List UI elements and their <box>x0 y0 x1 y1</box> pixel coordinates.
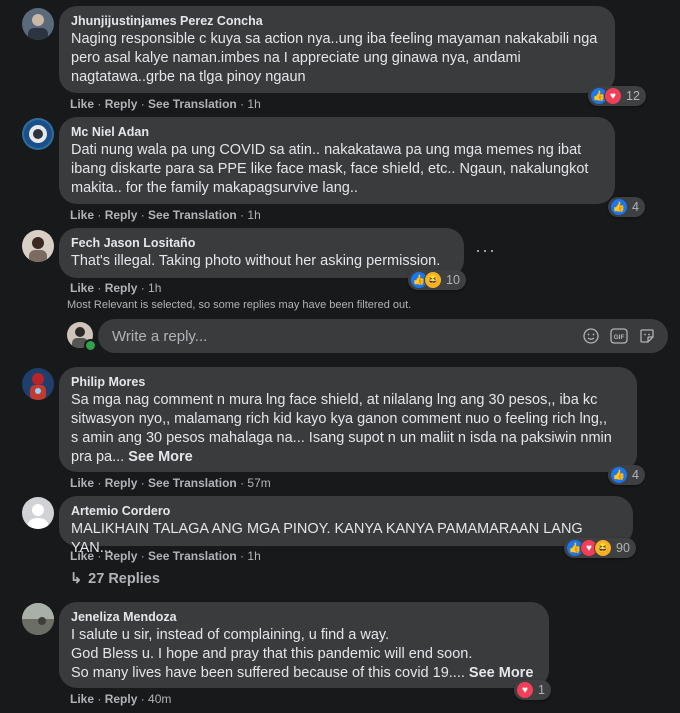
comment-time[interactable]: 40m <box>148 692 171 706</box>
comment-time[interactable]: 1h <box>247 208 260 222</box>
like-link[interactable]: Like <box>70 692 94 706</box>
reply-arrow-icon: ↳ <box>70 571 83 587</box>
avatar[interactable] <box>22 368 54 400</box>
comment-author[interactable]: Mc Niel Adan <box>71 125 603 139</box>
reaction-count: 90 <box>616 541 630 555</box>
reaction-summary[interactable]: 👍 4 <box>608 465 645 485</box>
reaction-summary[interactable]: 👍 4 <box>608 197 645 217</box>
reaction-count: 1 <box>538 683 545 697</box>
person-avatar-icon <box>29 237 47 262</box>
reaction-summary[interactable]: ♥ 1 <box>514 680 551 700</box>
avatar[interactable] <box>22 8 54 40</box>
reply-link[interactable]: Reply <box>105 208 138 222</box>
love-reaction-icon: ♥ <box>604 87 622 105</box>
online-status-dot <box>84 339 97 352</box>
see-more-link[interactable]: See More <box>469 665 533 681</box>
comment-actions: Like · Reply · See Translation · 1h <box>70 549 261 563</box>
reply-link[interactable]: Reply <box>105 281 138 295</box>
like-link[interactable]: Like <box>70 476 94 490</box>
svg-text:GIF: GIF <box>614 334 625 341</box>
comment-bubble: Artemio Cordero MALIKHAIN TALAGA ANG MGA… <box>59 496 633 556</box>
see-translation-link[interactable]: See Translation <box>148 549 237 563</box>
love-reaction-icon: ♥ <box>516 681 534 699</box>
see-more-link[interactable]: See More <box>128 449 192 465</box>
comment-actions: Like · Reply · See Translation · 1h <box>70 97 261 111</box>
person-avatar-icon <box>28 14 48 40</box>
avatar[interactable] <box>22 603 54 635</box>
reaction-summary[interactable]: 👍 ♥ 😆 90 <box>564 538 636 558</box>
sticker-icon[interactable] <box>638 327 656 345</box>
reaction-count: 4 <box>632 200 639 214</box>
like-link[interactable]: Like <box>70 208 94 222</box>
comment-text: That's illegal. Taking photo without her… <box>71 253 441 269</box>
gif-icon[interactable]: GIF <box>610 327 628 345</box>
comment-bubble: Jeneliza Mendoza I salute u sir, instead… <box>59 602 549 688</box>
reply-box: GIF <box>98 319 668 353</box>
comment-text: Sa mga nag comment n mura lng face shiel… <box>71 391 625 467</box>
avatar[interactable] <box>22 118 54 150</box>
reply-input[interactable] <box>110 326 572 346</box>
avatar[interactable] <box>22 497 54 529</box>
superhero-avatar-icon <box>30 373 46 400</box>
comment-bubble: Fech Jason Lositaño That's illegal. Taki… <box>59 228 464 278</box>
comment-text-body: I salute u sir, instead of complaining, … <box>71 627 473 681</box>
comment-author[interactable]: Philip Mores <box>71 375 625 389</box>
reaction-summary[interactable]: 👍 ♥ 12 <box>588 86 646 106</box>
see-translation-link[interactable]: See Translation <box>148 208 237 222</box>
comment-time[interactable]: 1h <box>247 549 260 563</box>
replies-count-label: 27 Replies <box>88 571 160 587</box>
emoji-icon[interactable] <box>582 327 600 345</box>
reply-link[interactable]: Reply <box>105 97 138 111</box>
reaction-count: 12 <box>626 89 640 103</box>
avatar[interactable] <box>22 230 54 262</box>
see-translation-link[interactable]: See Translation <box>148 476 237 490</box>
reaction-count: 4 <box>632 468 639 482</box>
like-link[interactable]: Like <box>70 281 94 295</box>
comment-bubble: Philip Mores Sa mga nag comment n mura l… <box>59 367 637 472</box>
comment-time[interactable]: 1h <box>247 97 260 111</box>
like-link[interactable]: Like <box>70 549 94 563</box>
see-translation-link[interactable]: See Translation <box>148 97 237 111</box>
reaction-count: 10 <box>446 273 460 287</box>
comment-actions: Like · Reply · See Translation · 57m <box>70 476 271 490</box>
landscape-avatar-icon <box>22 603 54 635</box>
reaction-summary[interactable]: 👍 😆 10 <box>408 270 466 290</box>
like-link[interactable]: Like <box>70 97 94 111</box>
comment-author[interactable]: Jhunjijustinjames Perez Concha <box>71 14 603 28</box>
more-options-icon[interactable]: ··· <box>475 240 496 261</box>
comment-time[interactable]: 57m <box>247 476 270 490</box>
like-reaction-icon: 👍 <box>610 198 628 216</box>
comment-bubble: Mc Niel Adan Dati nung wala pa ung COVID… <box>59 117 615 204</box>
like-reaction-icon: 👍 <box>610 466 628 484</box>
comment-author[interactable]: Jeneliza Mendoza <box>71 610 537 624</box>
reply-link[interactable]: Reply <box>105 476 138 490</box>
reply-link[interactable]: Reply <box>105 692 138 706</box>
haha-reaction-icon: 😆 <box>594 539 612 557</box>
reply-link[interactable]: Reply <box>105 549 138 563</box>
comment-author[interactable]: Artemio Cordero <box>71 504 621 518</box>
comment-actions: Like · Reply · See Translation · 1h <box>70 208 261 222</box>
logo-avatar-icon <box>24 120 52 148</box>
default-person-icon <box>27 504 49 529</box>
comment-actions: Like · Reply · 1h <box>70 281 162 295</box>
comment-text: Naging responsible c kuya sa action nya.… <box>71 31 598 85</box>
comment-author[interactable]: Fech Jason Lositaño <box>71 236 452 250</box>
comment-actions: Like · Reply · 40m <box>70 692 172 706</box>
comment-time[interactable]: 1h <box>148 281 161 295</box>
filter-notice: Most Relevant is selected, so some repli… <box>67 299 412 311</box>
haha-reaction-icon: 😆 <box>424 271 442 289</box>
comment-bubble: Jhunjijustinjames Perez Concha Naging re… <box>59 6 615 93</box>
comment-text: I salute u sir, instead of complaining, … <box>71 626 537 683</box>
view-replies-link[interactable]: ↳ 27 Replies <box>70 571 160 587</box>
comment-text: Dati nung wala pa ung COVID sa atin.. na… <box>71 142 589 196</box>
